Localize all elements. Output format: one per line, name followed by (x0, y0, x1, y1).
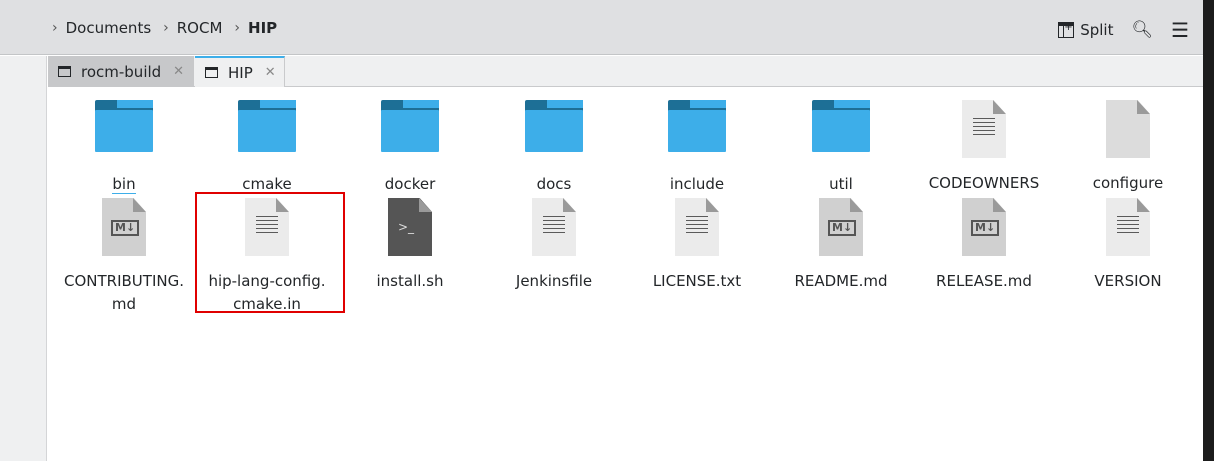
folder-icon (668, 100, 726, 152)
tab-rocm-build[interactable]: rocm-build ✕ (48, 56, 194, 87)
folder-icon (238, 100, 296, 152)
file-name: docker (384, 175, 436, 193)
folder-icon (58, 66, 71, 77)
file-item[interactable]: Jenkinsfile (484, 198, 624, 293)
file-item[interactable]: docker (340, 100, 480, 196)
folder-icon (525, 100, 583, 152)
file-name: CODEOWNERS (928, 174, 1040, 192)
markdown-file-icon: M↓ (819, 198, 863, 256)
file-name: Jenkinsfile (515, 272, 593, 290)
file-name: util (829, 175, 853, 193)
chevron-right-icon[interactable]: › (234, 20, 240, 36)
breadcrumb: › Documents › ROCM › HIP (52, 19, 289, 37)
places-panel (0, 56, 47, 461)
close-icon[interactable]: ✕ (265, 65, 276, 80)
file-name: README.md (794, 272, 888, 290)
markdown-file-icon: M↓ (962, 198, 1006, 256)
file-item[interactable]: M↓ README.md (771, 198, 911, 293)
file-name: include (669, 175, 725, 193)
file-item[interactable]: CODEOWNERS (914, 100, 1054, 195)
file-item[interactable]: VERSION (1058, 198, 1198, 293)
split-view-icon (1058, 22, 1075, 38)
folder-icon (812, 100, 870, 152)
file-name: bin (112, 175, 136, 194)
window-edge (1203, 0, 1214, 461)
file-icon (1106, 100, 1150, 158)
file-item[interactable]: docs (484, 100, 624, 196)
breadcrumb-hip[interactable]: HIP (248, 19, 277, 37)
file-name: install.sh (376, 272, 444, 290)
file-item[interactable]: LICENSE.txt (627, 198, 767, 293)
file-item[interactable]: M↓ RELEASE.md (914, 198, 1054, 293)
file-item[interactable]: M↓ CONTRIBUTING. md (54, 198, 194, 316)
folder-icon (205, 67, 218, 78)
file-name: RELEASE.md (936, 272, 1032, 290)
hamburger-menu-icon[interactable]: ☰ (1171, 18, 1189, 42)
folder-icon (95, 100, 153, 152)
file-name: docs (536, 175, 572, 193)
file-item[interactable]: include (627, 100, 767, 196)
file-item[interactable]: configure (1058, 100, 1198, 195)
file-name: VERSION (1094, 272, 1162, 290)
split-label: Split (1080, 21, 1114, 39)
text-file-icon (962, 100, 1006, 158)
file-name: configure (1092, 174, 1164, 192)
breadcrumb-rocm[interactable]: ROCM (177, 19, 223, 37)
chevron-right-icon[interactable]: › (163, 20, 169, 36)
file-item[interactable]: util (771, 100, 911, 196)
file-item[interactable]: cmake (197, 100, 337, 196)
file-name: cmake (242, 175, 292, 193)
close-icon[interactable]: ✕ (173, 64, 184, 79)
search-icon[interactable]: 🔍︎ (1131, 20, 1153, 40)
chevron-right-icon[interactable]: › (52, 20, 58, 36)
markdown-file-icon: M↓ (102, 198, 146, 256)
text-file-icon (1106, 198, 1150, 256)
file-name: CONTRIBUTING. md (64, 272, 184, 313)
text-file-icon (675, 198, 719, 256)
split-button[interactable]: Split (1058, 21, 1113, 39)
file-item[interactable]: bin (54, 100, 194, 196)
highlight-box (195, 192, 345, 313)
tab-label: rocm-build (81, 62, 162, 81)
tab-hip[interactable]: HIP ✕ (195, 56, 285, 87)
breadcrumb-documents[interactable]: Documents (66, 19, 152, 37)
shell-script-icon: >_ (388, 198, 432, 256)
file-name: LICENSE.txt (652, 272, 742, 290)
folder-icon (381, 100, 439, 152)
text-file-icon (532, 198, 576, 256)
tab-label: HIP (228, 63, 253, 82)
file-item[interactable]: >_ install.sh (340, 198, 480, 293)
location-bar: › Documents › ROCM › HIP Split 🔍︎ ☰ (0, 0, 1203, 55)
tab-bar: rocm-build ✕ HIP ✕ (48, 56, 1203, 87)
